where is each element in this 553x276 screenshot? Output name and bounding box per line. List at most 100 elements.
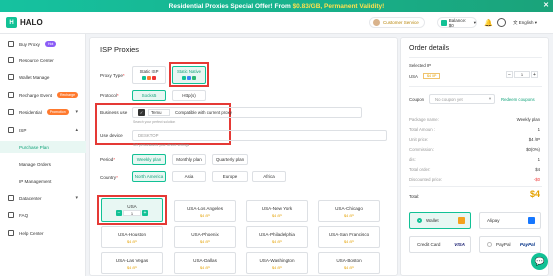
server-icon	[8, 127, 14, 133]
business-use-hint: Search your perfect solution	[133, 120, 176, 124]
dis-label: dis:	[409, 157, 416, 162]
location-card[interactable]: USA-San Francisco $4 /IP	[318, 226, 380, 248]
period-label: Period*	[100, 157, 116, 162]
gift-icon	[8, 92, 14, 98]
location-card[interactable]: USA-Washington $4 /IP	[246, 252, 308, 274]
quantity-input[interactable]: 1	[514, 71, 530, 78]
sidebar-item-faq[interactable]: FAQ	[0, 209, 86, 221]
promotion-badge: Promotion	[46, 109, 69, 115]
protocol-https[interactable]: Http(s)	[172, 90, 206, 101]
sidebar-item-residential[interactable]: Residential Promotion ▾	[0, 106, 86, 118]
period-monthly[interactable]: Monthly plan	[172, 154, 206, 165]
plus-button[interactable]: +	[531, 71, 538, 78]
location-card[interactable]: USA-Philadelphia $4 /IP	[246, 226, 308, 248]
sidebar-item-purchase-plan[interactable]: Purchase Plan	[0, 141, 86, 153]
redeem-coupons-link[interactable]: Redeem coupons	[501, 97, 535, 102]
package-name-label: Package name:	[409, 117, 439, 122]
payment-credit-card[interactable]: Credit Card VISA	[409, 236, 471, 253]
commission-label: Commission:	[409, 147, 434, 152]
period-quarterly[interactable]: Quarterly plan	[212, 154, 248, 165]
payment-paypal[interactable]: PayPal PayPal	[479, 236, 541, 253]
minus-button[interactable]: −	[506, 71, 513, 78]
sidebar-item-ip-management[interactable]: IP Management	[0, 175, 86, 187]
sidebar-item-manage-orders[interactable]: Manage Orders	[0, 158, 86, 170]
protocol-socks5[interactable]: Socks5	[132, 90, 166, 101]
location-card[interactable]: USA-Phoenix $4 /IP	[174, 226, 236, 248]
unit-price-label: Unit price:	[409, 137, 429, 142]
cart-icon	[8, 41, 14, 47]
customer-service-button[interactable]: Customer Service	[369, 17, 425, 28]
country-europe[interactable]: Europe	[212, 171, 248, 182]
country-asia[interactable]: Asia	[172, 171, 206, 182]
dis-value: 1	[537, 157, 540, 162]
location-card[interactable]: USA-Boston $4 /IP	[318, 252, 380, 274]
language-select[interactable]: 文 English ▾	[513, 20, 537, 26]
use-device-label: Use device	[100, 133, 123, 138]
plus-button[interactable]: +	[142, 210, 148, 216]
wallet-icon	[458, 217, 465, 224]
database-icon	[8, 195, 14, 201]
globe-icon	[8, 109, 14, 115]
total-amount-value: 1	[537, 127, 540, 132]
coupon-label: Coupon	[409, 97, 425, 102]
total-value: $4	[529, 189, 540, 199]
balance-dropdown[interactable]: Balance: $0 ▾	[437, 17, 477, 28]
chat-icon[interactable]: 💬	[531, 253, 548, 270]
sidebar-item-help-center[interactable]: Help Center	[0, 227, 86, 239]
order-details-panel: Order details Selected IP USA $4 /IP − 1…	[400, 37, 549, 276]
proxy-type-static-native[interactable]: Static Native	[172, 66, 206, 84]
quantity-input[interactable]: 1	[123, 210, 141, 216]
minus-button[interactable]: −	[116, 210, 122, 216]
use-device-hint: Set personalized your device settings	[133, 143, 190, 147]
payment-wallet[interactable]: Wallet	[409, 212, 471, 229]
page-title: ISP Proxies	[100, 45, 140, 54]
use-device-input[interactable]: DESKTOP	[132, 130, 387, 141]
protocol-label: Protocol*	[100, 93, 119, 98]
total-amount-label: Total Amoun :	[409, 127, 436, 132]
sidebar-item-datacenter[interactable]: Datacenter ▾	[0, 192, 86, 204]
quantity-stepper[interactable]: − 1 +	[102, 210, 162, 216]
proxy-type-static-isp[interactable]: Static ISP	[132, 66, 166, 84]
wallet-icon	[441, 19, 447, 26]
platform-icons	[133, 76, 165, 80]
discounted-price-value: -$0	[533, 177, 540, 182]
business-use-label: Business use	[100, 110, 128, 115]
promo-banner[interactable]: Residential Proxies Special Offer! From …	[0, 0, 553, 12]
payment-alipay[interactable]: Alipay	[479, 212, 541, 229]
divider	[409, 86, 542, 87]
country-north-america[interactable]: North America	[132, 171, 166, 182]
package-name-value: Weekly plan	[516, 117, 540, 122]
chevron-up-icon: ▴	[75, 127, 78, 133]
isp-purchase-panel: ISP Proxies Proxy Type* Static ISP Stati…	[89, 37, 398, 276]
user-icon[interactable]	[497, 18, 506, 27]
avatar	[373, 19, 380, 26]
radio-unselected	[487, 242, 492, 247]
location-card[interactable]: USA-Dallas $4 /IP	[174, 252, 236, 274]
location-card[interactable]: USA-Chicago $4 /IP	[318, 200, 380, 222]
business-use-select[interactable]: ✓ Temu Compatible with current proxy	[132, 107, 362, 118]
visa-icon: VISA	[454, 242, 465, 247]
coupon-select[interactable]: No coupon yet ▾	[429, 94, 495, 104]
country-africa[interactable]: Africa	[252, 171, 286, 182]
bell-icon[interactable]: 🔔	[484, 19, 493, 27]
commission-value: $0(0%)	[526, 147, 540, 152]
close-icon[interactable]: ✕	[543, 1, 549, 9]
sidebar-item-wallet-manage[interactable]: Wallet Manage	[0, 71, 86, 83]
divider	[409, 186, 542, 187]
period-weekly[interactable]: Weekly plan	[132, 154, 166, 165]
location-card[interactable]: USA-New York $4 /IP	[246, 200, 308, 222]
sidebar-item-resource-center[interactable]: Resource Center	[0, 54, 86, 66]
hot-badge: Hot	[44, 41, 57, 47]
sidebar-item-isp[interactable]: ISP ▴	[0, 124, 86, 136]
location-card[interactable]: USA-Houston $4 /IP	[101, 226, 163, 248]
country-label: Country*	[100, 175, 118, 180]
logo[interactable]: H HALO	[6, 17, 43, 28]
sidebar-item-recharge-event[interactable]: Recharge Event Recharge	[0, 89, 86, 101]
sidebar-item-buy-proxy[interactable]: Buy Proxy Hot	[0, 38, 86, 50]
location-card[interactable]: USA-Las Vegas $4 /IP	[101, 252, 163, 274]
location-usa[interactable]: USA − 1 +	[101, 198, 163, 222]
top-bar: H HALO Customer Service Balance: $0 ▾ 🔔 文 …	[0, 12, 553, 34]
selected-country: USA	[409, 74, 418, 79]
order-quantity-stepper[interactable]: − 1 +	[506, 71, 538, 78]
location-card[interactable]: USA-Los Angeles $4 /IP	[174, 200, 236, 222]
